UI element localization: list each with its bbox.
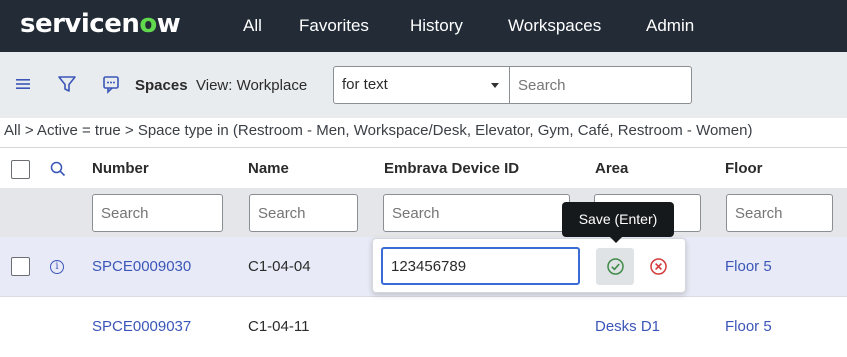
- table-header-row: Number Name Embrava Device ID Area Floor: [0, 147, 847, 188]
- info-icon[interactable]: i: [50, 260, 64, 274]
- cell-name: C1-04-11: [248, 318, 310, 335]
- table-row[interactable]: SPCE0009037 C1-04-11 Desks D1 Floor 5: [0, 297, 847, 357]
- view-label: View: Workplace: [196, 77, 308, 94]
- column-header-floor[interactable]: Floor: [725, 160, 763, 177]
- select-all-checkbox[interactable]: [11, 160, 30, 179]
- cell-floor[interactable]: Floor 5: [725, 258, 772, 275]
- list-search-input[interactable]: [510, 66, 692, 104]
- chevron-down-icon: [491, 83, 499, 88]
- search-icon[interactable]: [49, 160, 67, 178]
- cancel-button[interactable]: [641, 248, 675, 285]
- save-tooltip: Save (Enter): [562, 202, 674, 243]
- search-field-select[interactable]: for text: [333, 66, 510, 104]
- name-search-input[interactable]: [249, 194, 358, 232]
- nav-item-all[interactable]: All: [243, 16, 262, 36]
- column-header-name[interactable]: Name: [248, 160, 289, 177]
- device-id-search-input[interactable]: [383, 194, 570, 232]
- column-header-embrava-device-id[interactable]: Embrava Device ID: [384, 160, 519, 177]
- cell-number[interactable]: SPCE0009030: [92, 258, 191, 275]
- cell-floor[interactable]: Floor 5: [725, 318, 772, 335]
- check-circle-icon: [607, 258, 624, 275]
- cell-number[interactable]: SPCE0009037: [92, 318, 191, 335]
- list-toolbar: Spaces View: Workplace for text: [0, 52, 847, 118]
- cell-name: C1-04-04: [248, 258, 311, 275]
- row-checkbox[interactable]: [11, 257, 30, 276]
- column-header-area[interactable]: Area: [595, 160, 628, 177]
- column-header-number[interactable]: Number: [92, 160, 149, 177]
- inline-cell-editor: [372, 238, 686, 293]
- floor-search-input[interactable]: [726, 194, 833, 232]
- cell-area[interactable]: Desks D1: [595, 318, 660, 335]
- list-title: Spaces: [135, 77, 188, 94]
- x-circle-icon: [650, 258, 667, 275]
- nav-item-history[interactable]: History: [410, 16, 463, 36]
- nav-item-workspaces[interactable]: Workspaces: [508, 16, 601, 36]
- top-navigation-bar: servicenow All Favorites History Workspa…: [0, 0, 847, 52]
- save-button[interactable]: [596, 248, 634, 285]
- hamburger-menu-icon[interactable]: [12, 73, 34, 95]
- column-search-row: [0, 188, 847, 237]
- funnel-filter-icon[interactable]: [56, 73, 78, 95]
- number-search-input[interactable]: [92, 194, 223, 232]
- servicenow-logo[interactable]: servicenow: [20, 9, 181, 39]
- nav-item-favorites[interactable]: Favorites: [299, 16, 369, 36]
- context-menu-icon[interactable]: [100, 73, 122, 95]
- device-id-edit-input[interactable]: [381, 247, 580, 285]
- search-field-select-value: for text: [342, 76, 388, 93]
- nav-item-admin[interactable]: Admin: [646, 16, 694, 36]
- filter-breadcrumb[interactable]: All > Active = true > Space type in (Res…: [4, 122, 752, 139]
